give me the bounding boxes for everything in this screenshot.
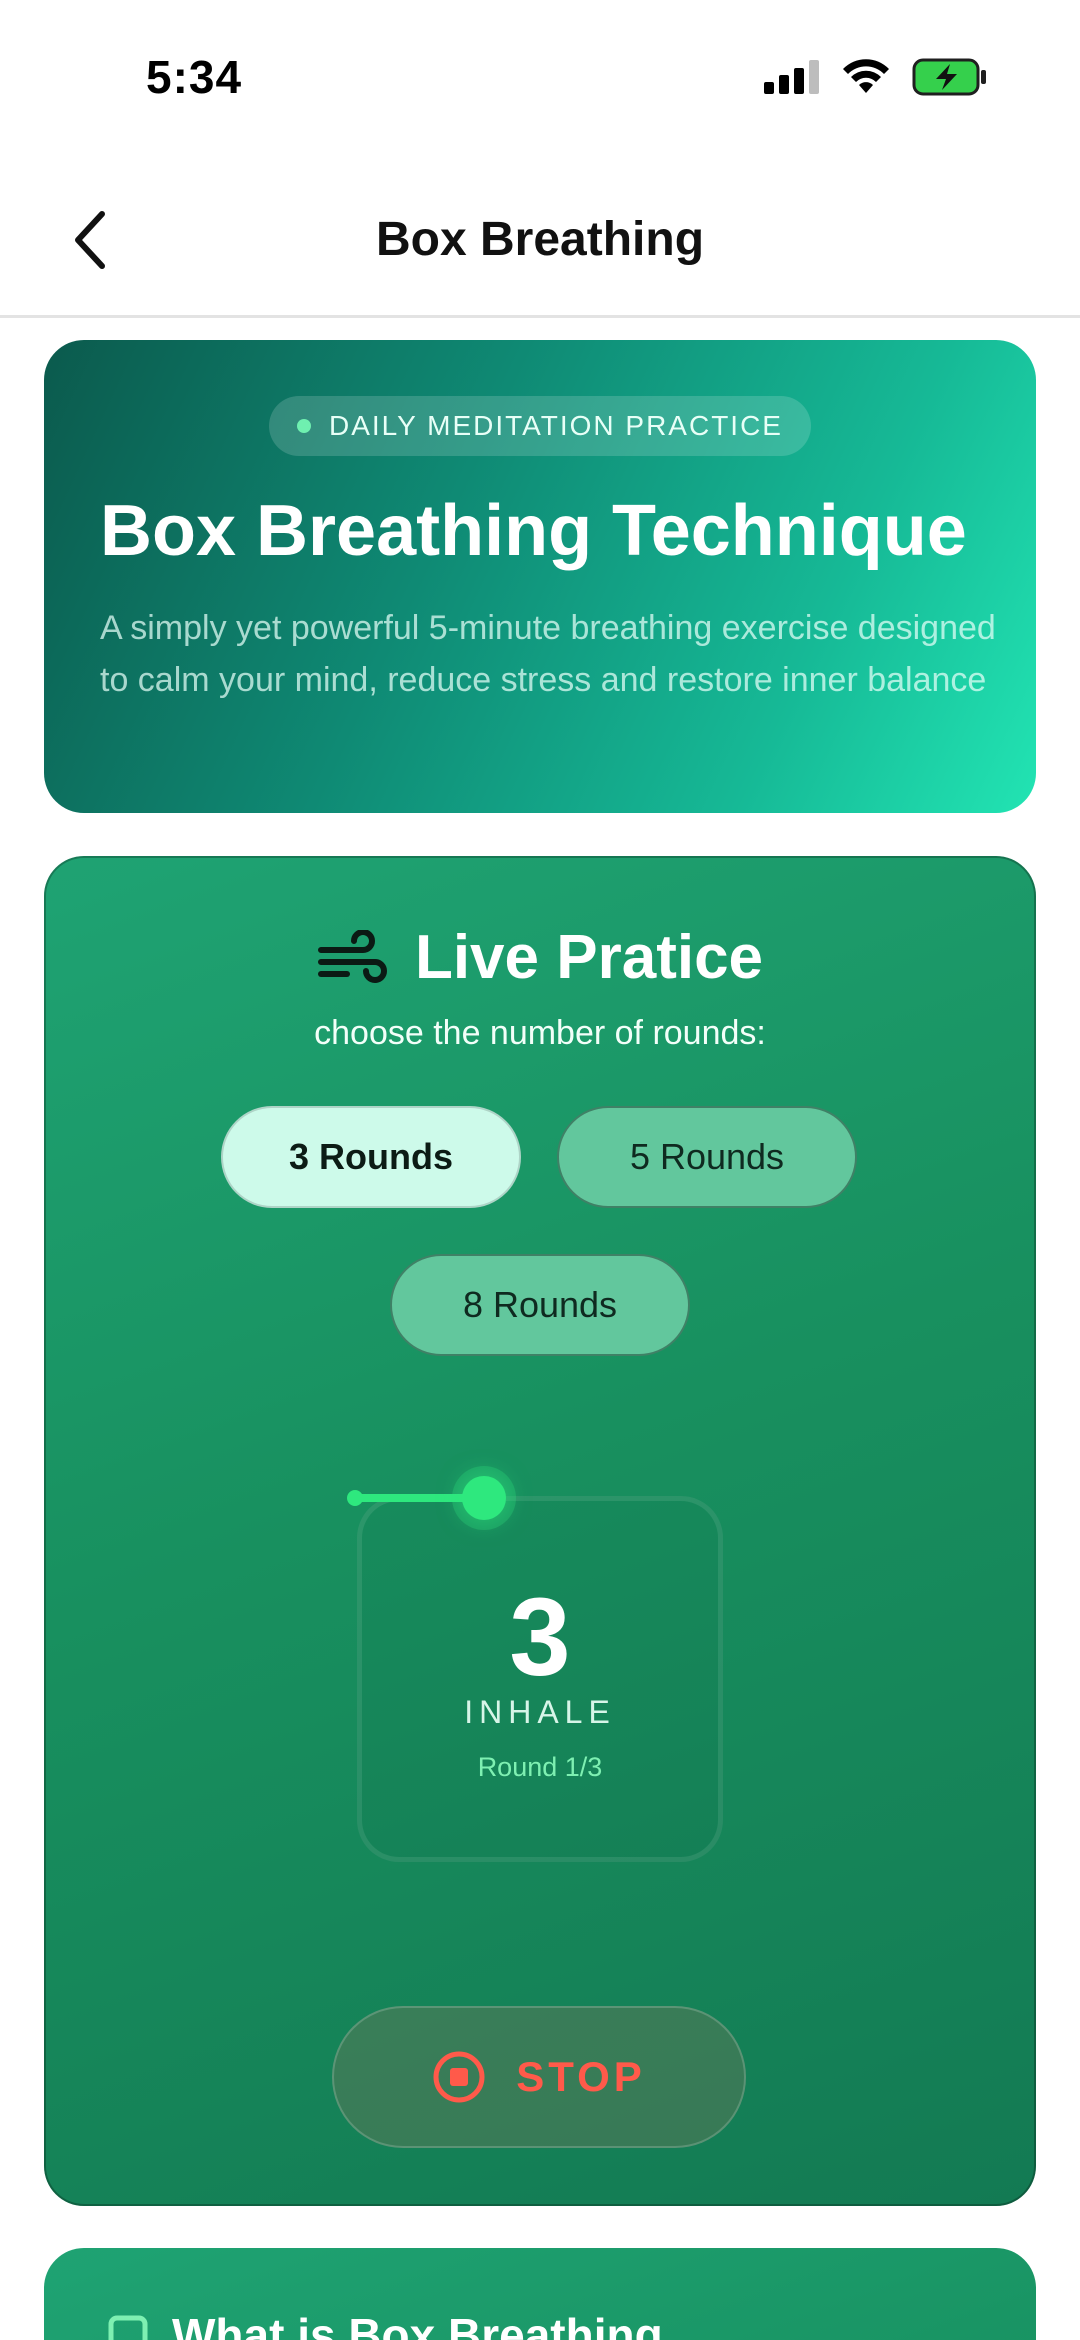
badge-label: DAILY MEDITATION PRACTICE — [329, 410, 783, 441]
status-icons — [764, 58, 988, 96]
stop-circle-icon — [433, 2051, 485, 2103]
info-header: What is Box Breathing — [108, 2308, 663, 2340]
battery-charging-icon — [912, 58, 986, 96]
breath-progress-indicator — [462, 1476, 506, 1520]
stop-label: STOP — [516, 2053, 646, 2100]
breath-phase: INHALE — [464, 1694, 616, 1730]
rounds-3-button[interactable]: 3 Rounds — [221, 1106, 521, 1208]
info-card: What is Box Breathing — [44, 2248, 1036, 2340]
round-progress: Round 1/3 — [477, 1752, 603, 1782]
cellular-signal-icon — [764, 60, 819, 94]
rounds-8-button[interactable]: 8 Rounds — [390, 1254, 690, 1356]
practice-subtitle: choose the number of rounds: — [314, 1014, 766, 1052]
status-time: 5:34 — [146, 51, 243, 103]
wifi-icon — [843, 59, 889, 93]
breath-counter: 3 — [509, 1576, 571, 1699]
practice-header: Live Pratice — [44, 922, 1036, 993]
nav-header: Box Breathing — [0, 170, 1080, 318]
hero-title: Box Breathing Technique — [100, 491, 967, 571]
info-title: What is Box Breathing — [172, 2309, 663, 2340]
checkbox-icon — [108, 2315, 148, 2340]
practice-badge: DAILY MEDITATION PRACTICE — [269, 396, 811, 456]
status-bar: 5:34 — [0, 0, 1080, 150]
badge-dot-icon — [297, 419, 311, 433]
stop-button[interactable]: STOP — [332, 2006, 746, 2148]
hero-description: A simply yet powerful 5-minute breathing… — [100, 609, 996, 699]
page-title: Box Breathing — [375, 213, 705, 266]
practice-title: Live Pratice — [414, 923, 764, 992]
live-practice-card: Live Pratice choose the number of rounds… — [44, 856, 1036, 2206]
breath-progress-start — [347, 1490, 363, 1506]
wind-icon — [317, 929, 387, 983]
rounds-5-button[interactable]: 5 Rounds — [557, 1106, 857, 1208]
hero-card: DAILY MEDITATION PRACTICE Box Breathing … — [44, 340, 1036, 813]
